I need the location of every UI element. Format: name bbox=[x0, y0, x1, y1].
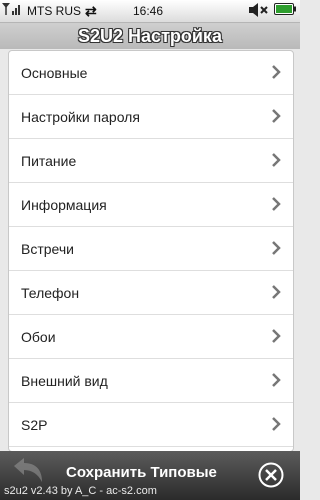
chevron-right-icon bbox=[272, 153, 281, 167]
clock: 16:46 bbox=[133, 4, 164, 18]
close-icon[interactable] bbox=[258, 462, 284, 488]
menu-item-password[interactable]: Настройки пароля bbox=[9, 95, 293, 139]
back-arrow-icon[interactable] bbox=[8, 456, 46, 488]
save-defaults-button[interactable]: Сохранить Типовые bbox=[66, 464, 217, 481]
menu-item-appearance[interactable]: Внешний вид bbox=[9, 359, 293, 403]
menu-item-label: Информация bbox=[21, 197, 107, 213]
title-bar: S2U2 Настройка bbox=[0, 23, 300, 49]
menu-item-label: Встречи bbox=[21, 241, 74, 257]
menu-item-information[interactable]: Информация bbox=[9, 183, 293, 227]
menu-item-label: Обои bbox=[21, 329, 56, 345]
carrier-name: MTS RUS bbox=[27, 4, 81, 18]
chevron-right-icon bbox=[272, 285, 281, 299]
menu-item-label: Настройки пароля bbox=[21, 109, 140, 125]
page-title: S2U2 Настройка bbox=[78, 26, 222, 46]
menu-item-label: Телефон bbox=[21, 285, 80, 301]
menu-item-power[interactable]: Питание bbox=[9, 139, 293, 183]
chevron-right-icon bbox=[272, 109, 281, 123]
volume-muted-icon[interactable] bbox=[248, 3, 268, 17]
version-text: s2u2 v2.43 by A_C - ac-s2.com bbox=[4, 485, 157, 497]
data-transfer-icon: ⇄ bbox=[85, 3, 97, 19]
status-bar: MTS RUS ⇄ 16:46 bbox=[0, 0, 300, 23]
chevron-right-icon bbox=[272, 417, 281, 431]
chevron-right-icon bbox=[272, 373, 281, 387]
menu-item-phone[interactable]: Телефон bbox=[9, 271, 293, 315]
settings-menu: Основные Настройки пароля Питание Информ… bbox=[8, 50, 294, 452]
menu-item-label: Питание bbox=[21, 153, 77, 169]
chevron-right-icon bbox=[272, 65, 281, 79]
chevron-right-icon bbox=[272, 241, 281, 255]
menu-item-label: Внешний вид bbox=[21, 373, 108, 389]
menu-item-basic[interactable]: Основные bbox=[9, 51, 293, 95]
menu-item-appointments[interactable]: Встречи bbox=[9, 227, 293, 271]
signal-antenna-icon bbox=[2, 3, 20, 15]
menu-item-wallpaper[interactable]: Обои bbox=[9, 315, 293, 359]
menu-item-label: Основные bbox=[21, 65, 88, 81]
chevron-right-icon bbox=[272, 329, 281, 343]
menu-item-s2p[interactable]: S2P bbox=[9, 403, 293, 447]
chevron-right-icon bbox=[272, 197, 281, 211]
menu-item-label: S2P bbox=[21, 417, 48, 433]
battery-icon bbox=[274, 3, 296, 15]
